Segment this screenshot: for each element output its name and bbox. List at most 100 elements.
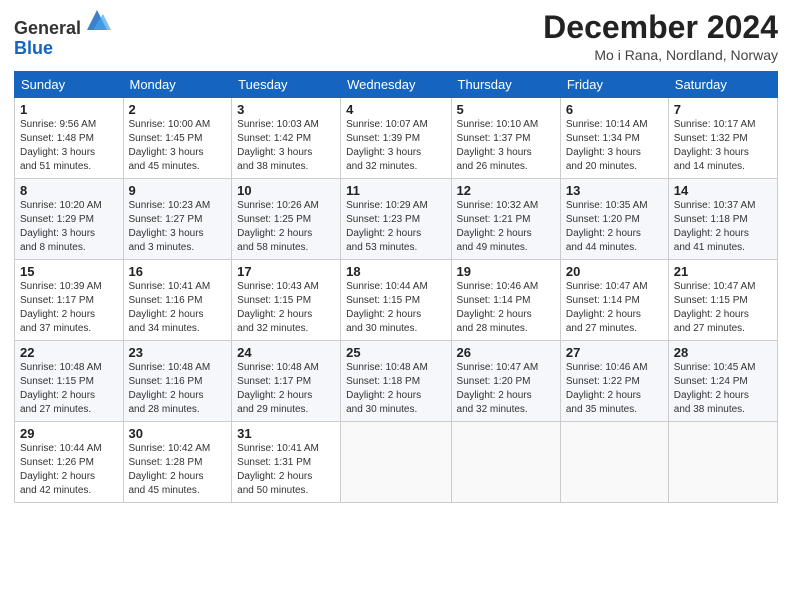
day-number: 7: [674, 102, 772, 117]
day-number: 26: [457, 345, 555, 360]
day-info: Sunrise: 10:48 AM Sunset: 1:18 PM Daylig…: [346, 361, 445, 417]
table-row: 23Sunrise: 10:48 AM Sunset: 1:16 PM Dayl…: [123, 341, 232, 422]
day-number: 21: [674, 264, 772, 279]
day-number: 19: [457, 264, 555, 279]
day-info: Sunrise: 10:20 AM Sunset: 1:29 PM Daylig…: [20, 199, 118, 255]
table-row: 20Sunrise: 10:47 AM Sunset: 1:14 PM Dayl…: [560, 260, 668, 341]
table-row: 19Sunrise: 10:46 AM Sunset: 1:14 PM Dayl…: [451, 260, 560, 341]
table-row: 14Sunrise: 10:37 AM Sunset: 1:18 PM Dayl…: [668, 179, 777, 260]
calendar-table: Sunday Monday Tuesday Wednesday Thursday…: [14, 71, 778, 503]
day-info: Sunrise: 10:44 AM Sunset: 1:15 PM Daylig…: [346, 280, 445, 336]
header-tuesday: Tuesday: [232, 72, 341, 98]
day-info: Sunrise: 9:56 AM Sunset: 1:48 PM Dayligh…: [20, 118, 118, 174]
header-friday: Friday: [560, 72, 668, 98]
table-row: [668, 422, 777, 503]
day-info: Sunrise: 10:35 AM Sunset: 1:20 PM Daylig…: [566, 199, 663, 255]
day-info: Sunrise: 10:17 AM Sunset: 1:32 PM Daylig…: [674, 118, 772, 174]
table-row: 5Sunrise: 10:10 AM Sunset: 1:37 PM Dayli…: [451, 98, 560, 179]
day-number: 4: [346, 102, 445, 117]
day-number: 24: [237, 345, 335, 360]
day-number: 15: [20, 264, 118, 279]
day-number: 17: [237, 264, 335, 279]
table-row: 30Sunrise: 10:42 AM Sunset: 1:28 PM Dayl…: [123, 422, 232, 503]
day-info: Sunrise: 10:37 AM Sunset: 1:18 PM Daylig…: [674, 199, 772, 255]
table-row: 25Sunrise: 10:48 AM Sunset: 1:18 PM Dayl…: [341, 341, 451, 422]
day-number: 16: [129, 264, 227, 279]
day-info: Sunrise: 10:44 AM Sunset: 1:26 PM Daylig…: [20, 442, 118, 498]
day-info: Sunrise: 10:32 AM Sunset: 1:21 PM Daylig…: [457, 199, 555, 255]
day-number: 10: [237, 183, 335, 198]
table-row: 18Sunrise: 10:44 AM Sunset: 1:15 PM Dayl…: [341, 260, 451, 341]
day-info: Sunrise: 10:47 AM Sunset: 1:14 PM Daylig…: [566, 280, 663, 336]
day-info: Sunrise: 10:29 AM Sunset: 1:23 PM Daylig…: [346, 199, 445, 255]
day-info: Sunrise: 10:39 AM Sunset: 1:17 PM Daylig…: [20, 280, 118, 336]
table-row: 12Sunrise: 10:32 AM Sunset: 1:21 PM Dayl…: [451, 179, 560, 260]
title-block: December 2024 Mo i Rana, Nordland, Norwa…: [543, 10, 778, 63]
day-number: 25: [346, 345, 445, 360]
table-row: 10Sunrise: 10:26 AM Sunset: 1:25 PM Dayl…: [232, 179, 341, 260]
day-number: 1: [20, 102, 118, 117]
table-row: 7Sunrise: 10:17 AM Sunset: 1:32 PM Dayli…: [668, 98, 777, 179]
logo: General Blue: [14, 10, 111, 59]
day-number: 5: [457, 102, 555, 117]
table-row: 16Sunrise: 10:41 AM Sunset: 1:16 PM Dayl…: [123, 260, 232, 341]
header-monday: Monday: [123, 72, 232, 98]
table-row: 2Sunrise: 10:00 AM Sunset: 1:45 PM Dayli…: [123, 98, 232, 179]
day-info: Sunrise: 10:42 AM Sunset: 1:28 PM Daylig…: [129, 442, 227, 498]
day-info: Sunrise: 10:23 AM Sunset: 1:27 PM Daylig…: [129, 199, 227, 255]
table-row: 21Sunrise: 10:47 AM Sunset: 1:15 PM Dayl…: [668, 260, 777, 341]
table-row: 17Sunrise: 10:43 AM Sunset: 1:15 PM Dayl…: [232, 260, 341, 341]
day-info: Sunrise: 10:48 AM Sunset: 1:15 PM Daylig…: [20, 361, 118, 417]
day-info: Sunrise: 10:26 AM Sunset: 1:25 PM Daylig…: [237, 199, 335, 255]
calendar-header-row: Sunday Monday Tuesday Wednesday Thursday…: [15, 72, 778, 98]
logo-text: General Blue: [14, 10, 111, 59]
table-row: 3Sunrise: 10:03 AM Sunset: 1:42 PM Dayli…: [232, 98, 341, 179]
logo-blue: Blue: [14, 38, 53, 58]
day-number: 8: [20, 183, 118, 198]
table-row: 15Sunrise: 10:39 AM Sunset: 1:17 PM Dayl…: [15, 260, 124, 341]
logo-icon: [83, 6, 111, 34]
table-row: 9Sunrise: 10:23 AM Sunset: 1:27 PM Dayli…: [123, 179, 232, 260]
day-info: Sunrise: 10:46 AM Sunset: 1:22 PM Daylig…: [566, 361, 663, 417]
day-info: Sunrise: 10:47 AM Sunset: 1:20 PM Daylig…: [457, 361, 555, 417]
day-number: 12: [457, 183, 555, 198]
day-info: Sunrise: 10:10 AM Sunset: 1:37 PM Daylig…: [457, 118, 555, 174]
day-number: 14: [674, 183, 772, 198]
month-title: December 2024: [543, 10, 778, 45]
day-number: 27: [566, 345, 663, 360]
day-info: Sunrise: 10:46 AM Sunset: 1:14 PM Daylig…: [457, 280, 555, 336]
day-info: Sunrise: 10:43 AM Sunset: 1:15 PM Daylig…: [237, 280, 335, 336]
day-info: Sunrise: 10:48 AM Sunset: 1:17 PM Daylig…: [237, 361, 335, 417]
header-saturday: Saturday: [668, 72, 777, 98]
table-row: 11Sunrise: 10:29 AM Sunset: 1:23 PM Dayl…: [341, 179, 451, 260]
table-row: 22Sunrise: 10:48 AM Sunset: 1:15 PM Dayl…: [15, 341, 124, 422]
page-header: General Blue December 2024 Mo i Rana, No…: [14, 10, 778, 63]
day-number: 31: [237, 426, 335, 441]
day-info: Sunrise: 10:45 AM Sunset: 1:24 PM Daylig…: [674, 361, 772, 417]
table-row: 28Sunrise: 10:45 AM Sunset: 1:24 PM Dayl…: [668, 341, 777, 422]
day-info: Sunrise: 10:41 AM Sunset: 1:16 PM Daylig…: [129, 280, 227, 336]
day-number: 13: [566, 183, 663, 198]
header-thursday: Thursday: [451, 72, 560, 98]
day-info: Sunrise: 10:00 AM Sunset: 1:45 PM Daylig…: [129, 118, 227, 174]
table-row: 29Sunrise: 10:44 AM Sunset: 1:26 PM Dayl…: [15, 422, 124, 503]
table-row: 6Sunrise: 10:14 AM Sunset: 1:34 PM Dayli…: [560, 98, 668, 179]
day-number: 28: [674, 345, 772, 360]
table-row: 31Sunrise: 10:41 AM Sunset: 1:31 PM Dayl…: [232, 422, 341, 503]
table-row: 8Sunrise: 10:20 AM Sunset: 1:29 PM Dayli…: [15, 179, 124, 260]
table-row: [341, 422, 451, 503]
day-number: 22: [20, 345, 118, 360]
day-number: 11: [346, 183, 445, 198]
table-row: 4Sunrise: 10:07 AM Sunset: 1:39 PM Dayli…: [341, 98, 451, 179]
day-number: 3: [237, 102, 335, 117]
header-sunday: Sunday: [15, 72, 124, 98]
header-wednesday: Wednesday: [341, 72, 451, 98]
location: Mo i Rana, Nordland, Norway: [543, 47, 778, 63]
table-row: [451, 422, 560, 503]
day-info: Sunrise: 10:47 AM Sunset: 1:15 PM Daylig…: [674, 280, 772, 336]
table-row: 13Sunrise: 10:35 AM Sunset: 1:20 PM Dayl…: [560, 179, 668, 260]
day-info: Sunrise: 10:07 AM Sunset: 1:39 PM Daylig…: [346, 118, 445, 174]
day-number: 23: [129, 345, 227, 360]
day-info: Sunrise: 10:41 AM Sunset: 1:31 PM Daylig…: [237, 442, 335, 498]
day-number: 6: [566, 102, 663, 117]
